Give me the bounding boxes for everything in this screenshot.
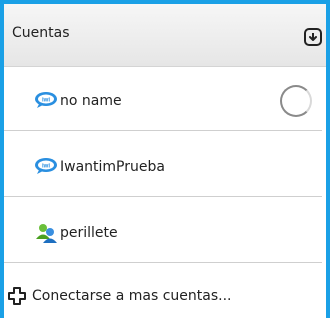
add-accounts-link[interactable]: Conectarse a mas cuentas... — [4, 276, 326, 318]
panel-header: Cuentas — [4, 4, 326, 67]
svg-text:iwi: iwi — [42, 98, 50, 104]
account-label: no name — [60, 93, 122, 109]
account-label: IwantimPrueba — [60, 159, 165, 175]
divider — [4, 130, 322, 131]
plus-outline-icon — [8, 287, 26, 305]
loading-spinner-icon — [280, 85, 312, 117]
account-item-iwantimprueba[interactable]: iwi IwantimPrueba — [4, 133, 326, 197]
messenger-buddies-icon — [34, 223, 58, 243]
iwi-chat-icon: iwi — [34, 157, 58, 175]
add-accounts-label: Conectarse a mas cuentas... — [32, 288, 232, 304]
svg-text:iwi: iwi — [42, 164, 50, 170]
account-item-perillete[interactable]: perillete — [4, 199, 326, 263]
iwi-chat-icon: iwi — [34, 91, 58, 109]
accounts-panel: Cuentas iwi no name iwi IwantimPrueba pe… — [0, 0, 330, 318]
divider — [4, 196, 322, 197]
download-button[interactable] — [304, 28, 322, 46]
panel-title: Cuentas — [12, 25, 70, 41]
download-arrow-icon — [308, 28, 318, 47]
account-label: perillete — [60, 225, 118, 241]
account-item-no-name[interactable]: iwi no name — [4, 67, 326, 131]
divider — [4, 262, 322, 263]
